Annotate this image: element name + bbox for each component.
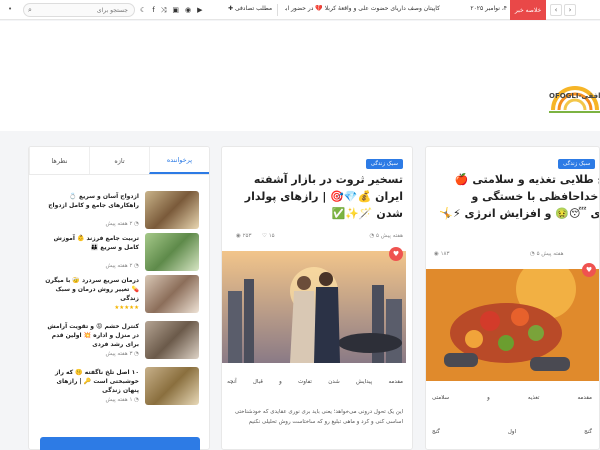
divider <box>277 4 278 16</box>
search-input[interactable] <box>40 5 128 15</box>
post-date-text: ۳ هفته پیش <box>105 351 133 357</box>
ticker-arrows: ‹ › <box>550 4 576 16</box>
site-logo[interactable] <box>545 76 600 126</box>
post-thumbnail[interactable] <box>145 275 199 313</box>
current-date: ۴، نوامبر ۲۰۲۵ <box>470 5 507 12</box>
table-of-contents: مقدمه تغذیه و سلامتی <box>432 395 592 401</box>
random-post-link[interactable]: ✚ مطلب تصادفی <box>228 5 272 12</box>
article-time: ◔ ۵ هفته پیش <box>530 251 564 257</box>
widget-button[interactable] <box>40 437 200 450</box>
couple-photo <box>222 251 406 363</box>
toc-item[interactable]: آنچه <box>227 379 237 385</box>
post-title[interactable]: کنترل خشم 😡 و تقویت آرامش در منزل و ادار… <box>39 322 139 349</box>
logo-text: OFOGLI-افقی <box>549 92 600 100</box>
chevron-left-icon[interactable]: ‹ <box>550 4 562 16</box>
menu-icon[interactable]: • <box>8 5 12 13</box>
article-card[interactable]: سبک زندگی ۷ گنج طلایی تغذیه و سلامتی 🍎 ب… <box>425 146 600 450</box>
heart-icon[interactable]: ♥ <box>389 247 403 261</box>
article-title[interactable]: تسخیر ثروت در بازار آشفته ایران 💰💎🎯 | را… <box>227 171 403 222</box>
post-thumbnail[interactable] <box>145 233 199 271</box>
list-item[interactable]: درمان سریع سردرد 🤕 با میگرن 💊 تغییر روش … <box>39 275 199 315</box>
toc-item[interactable]: تفاوت <box>298 379 312 385</box>
news-ticker[interactable]: کاپیتان وصف داریای حضوت علی و واقعهٔ کرب… <box>285 5 440 12</box>
tabbed-posts-widget: نظرها تازه پرخواننده ازدواج آسان و سریع … <box>28 146 210 450</box>
article-likes: ♡ ۱۵ <box>262 233 275 239</box>
moon-icon[interactable]: ☾ <box>140 6 146 14</box>
article-image[interactable] <box>222 251 406 363</box>
article-image[interactable] <box>426 269 599 381</box>
post-title[interactable]: ازدواج آسان و سریع 💍 راهکارهای جامع و کا… <box>39 192 139 210</box>
toc-item[interactable]: گنج <box>584 429 592 435</box>
post-date: ◔ ۱ هفته پیش <box>105 397 139 403</box>
post-thumbnail[interactable] <box>145 191 199 229</box>
tab-comments[interactable]: نظرها <box>29 147 89 174</box>
post-date: ◔ ۳ هفته پیش <box>105 351 139 357</box>
shop-icon[interactable]: ▣ <box>172 6 179 14</box>
post-title[interactable]: ۱۰ اصل تلخ ناگفته 🤫 که راز خوشبختی است 🔑… <box>39 368 139 395</box>
toc-item[interactable]: شدن <box>328 379 340 385</box>
search-box[interactable]: ⌕ <box>23 3 135 17</box>
list-item[interactable]: ۱۰ اصل تلخ ناگفته 🤫 که راز خوشبختی است 🔑… <box>39 367 199 407</box>
user-icon[interactable]: ◉ <box>185 6 191 14</box>
article-views: ◉ ۱۸۳ <box>434 251 450 257</box>
facebook-icon[interactable]: f <box>152 6 154 14</box>
toc-item[interactable]: گنج <box>432 429 440 435</box>
site-header: OFOGLI-افقی <box>0 21 600 131</box>
post-thumbnail[interactable] <box>145 367 199 405</box>
shuffle-icon[interactable]: ⤨ <box>161 6 167 15</box>
article-time-text: ۵ هفته پیش <box>376 233 403 239</box>
post-date-text: ۱ هفته پیش <box>105 397 133 403</box>
article-excerpt: این یک تحول درونی می‌خواهد؛ یعنی باید بر… <box>234 409 403 425</box>
rating-stars: ★★★★★ <box>114 305 139 311</box>
widget-tabs: نظرها تازه پرخواننده <box>29 147 209 175</box>
post-date: ◔ ۲ هفته پیش <box>105 263 139 269</box>
top-bar: • ⌕ ☾ f ⤨ ▣ ◉ ▶ ✚ مطلب تصادفی کاپیتان وص… <box>0 0 600 20</box>
chevron-right-icon[interactable]: › <box>564 4 576 16</box>
social-icons: ☾ f ⤨ ▣ ◉ ▶ <box>140 3 202 17</box>
list-item[interactable]: کنترل خشم 😡 و تقویت آرامش در منزل و ادار… <box>39 321 199 361</box>
likes-count: ۱۵ <box>268 233 275 239</box>
table-of-contents-row-2: گنج اول گنج <box>432 429 592 435</box>
heart-icon[interactable]: ♥ <box>582 263 596 277</box>
list-item[interactable]: تربیت جامع فرزند 👶 آموزش کامل و سریع 👪 ◔… <box>39 233 199 273</box>
article-time: ◔ ۵ هفته پیش <box>369 233 403 239</box>
category-badge[interactable]: سبک زندگی <box>558 159 596 169</box>
table-of-contents: مقدمه پیدایش شدن تفاوت و قبال آنچه <box>227 379 403 385</box>
breaking-news-badge: خلاصه خبر <box>510 0 546 20</box>
toc-item[interactable]: تغذیه <box>528 395 540 401</box>
views-count: ۲۵۳ <box>242 233 252 239</box>
tab-popular[interactable]: پرخواننده <box>149 147 209 174</box>
article-views: ◉ ۲۵۳ <box>236 233 252 239</box>
views-count: ۱۸۳ <box>440 251 450 257</box>
toc-item[interactable]: پیدایش <box>356 379 372 385</box>
toc-item[interactable]: اول <box>508 429 516 435</box>
tab-recent[interactable]: تازه <box>89 147 149 174</box>
healthy-food-photo <box>426 269 599 381</box>
post-title[interactable]: تربیت جامع فرزند 👶 آموزش کامل و سریع 👪 <box>39 234 139 252</box>
post-date-text: ۲ هفته پیش <box>105 221 133 227</box>
toc-item[interactable]: مقدمه <box>577 395 592 401</box>
toc-item[interactable]: و <box>487 395 490 401</box>
category-badge[interactable]: سبک زندگی <box>365 159 403 169</box>
youtube-icon[interactable]: ▶ <box>197 6 202 14</box>
article-time-text: ۵ هفته پیش <box>536 251 564 257</box>
toc-item[interactable]: سلامتی <box>432 395 449 401</box>
search-icon[interactable]: ⌕ <box>28 6 32 15</box>
post-date: ◔ ۲ هفته پیش <box>105 221 139 227</box>
post-date-text: ۲ هفته پیش <box>105 263 133 269</box>
toc-item[interactable]: مقدمه <box>388 379 403 385</box>
post-title[interactable]: درمان سریع سردرد 🤕 با میگرن 💊 تغییر روش … <box>39 276 139 303</box>
article-card[interactable]: سبک زندگی تسخیر ثروت در بازار آشفته ایرا… <box>221 146 413 450</box>
toc-item[interactable]: و <box>279 379 282 385</box>
post-thumbnail[interactable] <box>145 321 199 359</box>
random-post-label: مطلب تصادفی <box>234 5 273 12</box>
article-title[interactable]: ۷ گنج طلایی تغذیه و سلامتی 🍎 برای خداحاف… <box>432 171 599 222</box>
list-item[interactable]: ازدواج آسان و سریع 💍 راهکارهای جامع و کا… <box>39 191 199 231</box>
toc-item[interactable]: قبال <box>253 379 263 385</box>
